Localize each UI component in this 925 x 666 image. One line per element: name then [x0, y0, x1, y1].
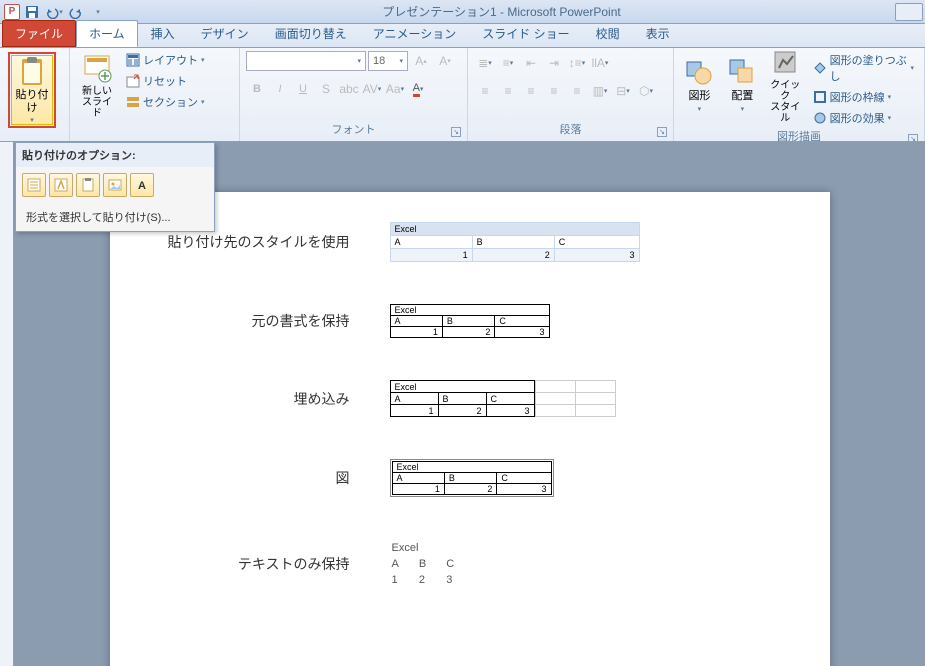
example-table-picture: Excel ABC 123 — [390, 459, 554, 497]
shapes-icon — [683, 56, 715, 88]
smartart-button[interactable]: ⬡▾ — [635, 80, 657, 102]
align-left-button[interactable]: ≡ — [474, 80, 496, 102]
clipboard-icon — [16, 55, 48, 87]
example-table-keep-src: Excel ABC 123 — [390, 304, 550, 338]
align-right-button[interactable]: ≡ — [520, 80, 542, 102]
justify-button[interactable]: ≡ — [543, 80, 565, 102]
fill-icon — [813, 61, 827, 75]
example-table-embed: Excel ABC 123 — [390, 380, 616, 417]
arrange-icon — [726, 56, 758, 88]
columns-button[interactable]: ▥▾ — [589, 80, 611, 102]
new-slide-button[interactable]: 新しい スライド — [76, 50, 118, 120]
grow-font-button[interactable]: A▴ — [410, 50, 432, 72]
shapes-button[interactable]: 図形▾ — [680, 50, 719, 120]
tab-insert[interactable]: 挿入 — [138, 20, 188, 47]
align-text-button[interactable]: ⊟▾ — [612, 80, 634, 102]
arrange-button[interactable]: 配置▾ — [723, 50, 762, 120]
underline-button[interactable]: U — [292, 78, 314, 100]
char-spacing-button[interactable]: AV▾ — [361, 78, 383, 100]
font-size-combo[interactable]: 18▾ — [368, 51, 408, 71]
paste-options-menu: 貼り付けのオプション: A 形式を選択して貼り付け(S)... — [15, 142, 215, 232]
shadow-button[interactable]: abc — [338, 78, 360, 100]
font-family-combo[interactable]: ▾ — [246, 51, 366, 71]
tab-animations[interactable]: アニメーション — [360, 20, 470, 47]
save-button[interactable] — [22, 2, 42, 22]
tab-file[interactable]: ファイル — [2, 20, 76, 47]
paragraph-dialog-launcher[interactable]: ↘ — [657, 127, 667, 137]
outline-icon — [813, 90, 827, 104]
paste-option-text-only[interactable]: A — [130, 173, 154, 197]
example-table-text-only: Excel ABC 123 — [390, 539, 475, 589]
text-direction-button[interactable]: llA▾ — [589, 52, 611, 74]
font-color-button[interactable]: A▾ — [407, 78, 429, 100]
tab-design[interactable]: デザイン — [188, 20, 262, 47]
numbering-button[interactable]: ≡▾ — [497, 52, 519, 74]
quick-styles-icon — [769, 46, 801, 78]
tab-transitions[interactable]: 画面切り替え — [262, 20, 360, 47]
layout-button[interactable]: レイアウト ▾ — [122, 50, 209, 70]
align-center-button[interactable]: ≡ — [497, 80, 519, 102]
bold-button[interactable]: B — [246, 78, 268, 100]
tab-home[interactable]: ホーム — [76, 20, 138, 47]
new-slide-icon — [81, 52, 113, 84]
redo-button[interactable] — [66, 2, 86, 22]
change-case-button[interactable]: Aa▾ — [384, 78, 406, 100]
reset-button[interactable]: リセット — [122, 71, 209, 91]
example-label-text-only: テキストのみ保持 — [150, 554, 350, 574]
undo-button[interactable]: ▾ — [44, 2, 64, 22]
effects-icon — [813, 111, 827, 125]
slide-canvas[interactable]: 貼り付け先のスタイルを使用 Excel ABC 123 元の書式を保持 Exce… — [110, 192, 830, 666]
increase-indent-button[interactable]: ⇥ — [543, 52, 565, 74]
tab-slideshow[interactable]: スライド ショー — [469, 20, 582, 47]
layout-icon — [126, 53, 140, 67]
ribbon-tabs: ファイル ホーム 挿入 デザイン 画面切り替え アニメーション スライド ショー… — [0, 24, 925, 48]
paste-option-picture[interactable] — [103, 173, 127, 197]
shape-effects-button[interactable]: 図形の効果 ▾ — [809, 108, 918, 128]
thumbnail-pane[interactable] — [0, 142, 14, 666]
bullets-button[interactable]: ≣▾ — [474, 52, 496, 74]
paste-special-menuitem[interactable]: 形式を選択して貼り付け(S)... — [16, 203, 214, 231]
quick-styles-button[interactable]: クイック スタイル — [766, 50, 805, 120]
minimize-button[interactable] — [895, 3, 923, 21]
paste-option-keep-src[interactable] — [49, 173, 73, 197]
new-slide-label: 新しい スライド — [79, 86, 115, 119]
distributed-button[interactable]: ≡ — [566, 80, 588, 102]
font-dialog-launcher[interactable]: ↘ — [451, 127, 461, 137]
paste-label: 貼り付け — [16, 89, 49, 113]
example-label-picture: 図 — [150, 468, 350, 488]
example-table-use-dest: Excel ABC 123 — [390, 222, 640, 262]
section-button[interactable]: セクション ▾ — [122, 92, 209, 112]
paste-button[interactable]: 貼り付け▾ — [11, 55, 53, 125]
paragraph-group-label: 段落 — [560, 124, 582, 136]
font-group-label: フォント — [332, 124, 376, 136]
tab-review[interactable]: 校閲 — [583, 20, 633, 47]
reset-icon — [126, 74, 140, 88]
section-icon — [126, 95, 140, 109]
shrink-font-button[interactable]: A▾ — [434, 50, 456, 72]
example-label-keep-src: 元の書式を保持 — [150, 311, 350, 331]
shape-fill-button[interactable]: 図形の塗りつぶし ▾ — [809, 50, 918, 86]
strike-button[interactable]: S — [315, 78, 337, 100]
ribbon: 貼り付け▾ 新しい スライド レイアウト ▾ リセット セクション ▾ ▾ 18… — [0, 48, 925, 142]
paste-option-use-dest[interactable] — [22, 173, 46, 197]
app-icon: P — [4, 4, 20, 20]
example-label-embed: 埋め込み — [150, 389, 350, 409]
decrease-indent-button[interactable]: ⇤ — [520, 52, 542, 74]
example-label-use-dest: 貼り付け先のスタイルを使用 — [150, 232, 350, 252]
shape-outline-button[interactable]: 図形の枠線 ▾ — [809, 87, 918, 107]
qat-customize[interactable]: ▾ — [88, 2, 108, 22]
window-title: プレゼンテーション1 - Microsoft PowerPoint — [108, 3, 895, 20]
paste-option-embed[interactable] — [76, 173, 100, 197]
svg-text:A: A — [138, 180, 146, 192]
italic-button[interactable]: I — [269, 78, 291, 100]
paste-options-header: 貼り付けのオプション: — [16, 143, 214, 167]
tab-view[interactable]: 表示 — [633, 20, 683, 47]
line-spacing-button[interactable]: ↕≡▾ — [566, 52, 588, 74]
